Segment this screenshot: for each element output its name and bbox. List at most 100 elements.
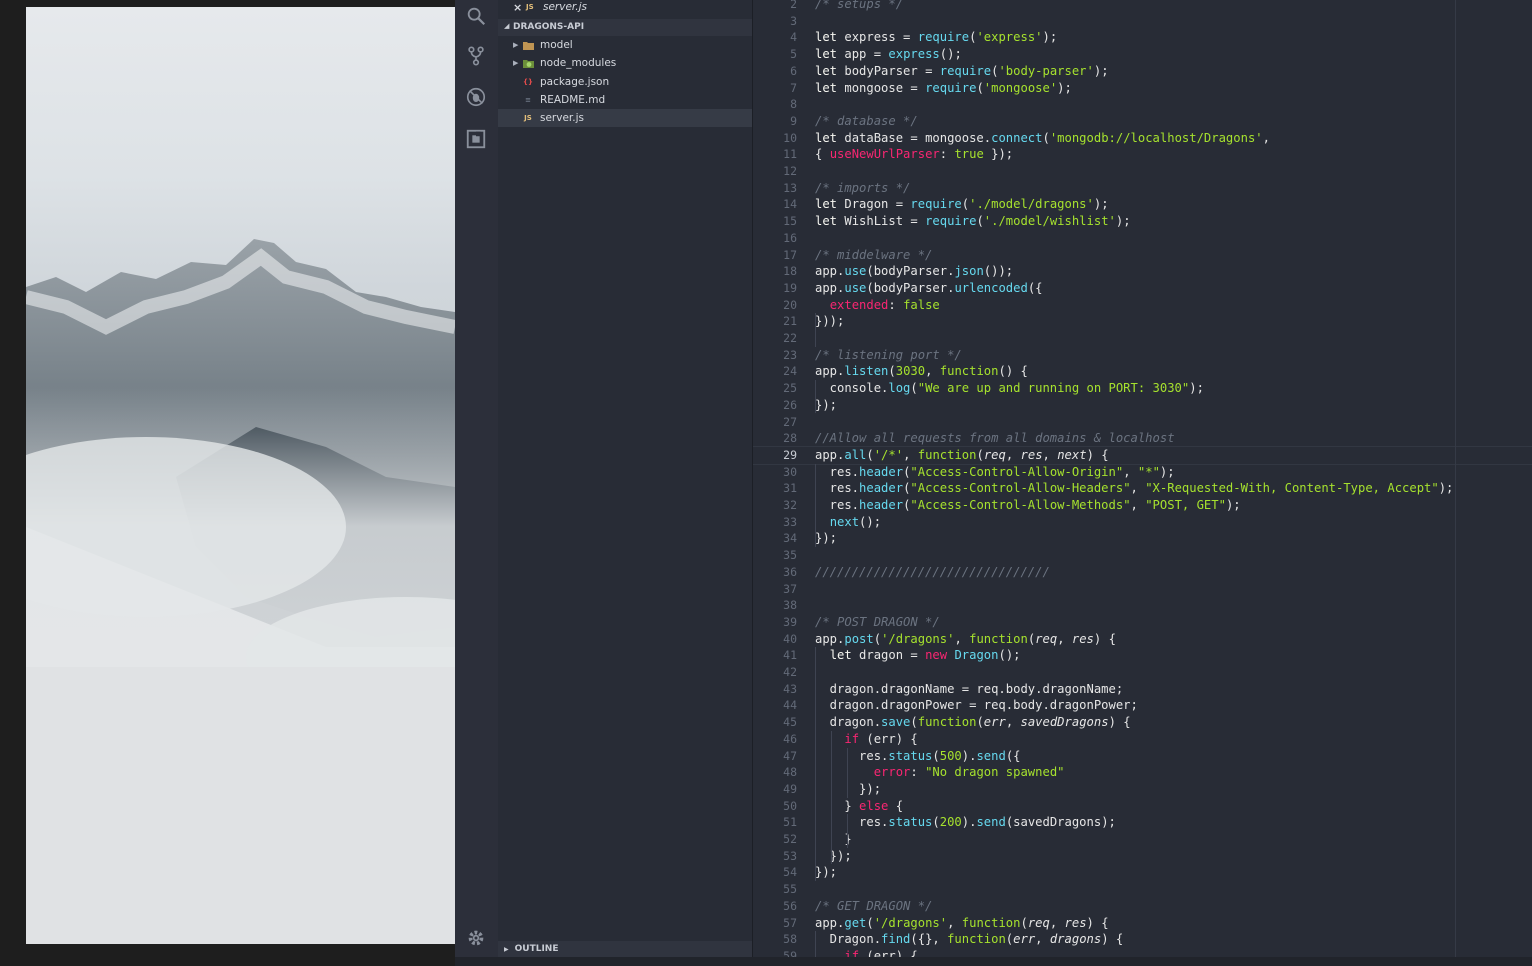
code-token: express = [844, 30, 918, 45]
code-token: (err) { [866, 731, 918, 746]
code-line[interactable]: let dragon = new Dragon(); [815, 647, 1021, 664]
code-line[interactable]: app.post('/dragons', function(req, res) … [815, 631, 1116, 648]
line-number: 3 [790, 13, 797, 28]
code-line[interactable]: //Allow all requests from all domains & … [815, 430, 1175, 447]
line-number: 12 [783, 164, 797, 178]
outline-header[interactable]: ▶ OUTLINE [498, 941, 752, 957]
code-token: ( [976, 715, 984, 730]
code-token: res. [815, 464, 860, 479]
code-line[interactable]: extended: false [815, 297, 940, 314]
code-token: connect [991, 130, 1043, 145]
code-line[interactable]: let express = require('express'); [815, 29, 1057, 46]
code-token: }); [815, 848, 852, 863]
code-token: 'mongoose' [983, 80, 1058, 95]
code-line[interactable]: res.status(500).send({ [815, 748, 1020, 765]
code-token: urlencoded [954, 280, 1028, 295]
code-line[interactable]: res.status(200).send(savedDragons); [815, 814, 1116, 831]
line-number: 34 [783, 531, 797, 546]
code-line[interactable]: res.header("Access-Control-Allow-Origin"… [815, 464, 1175, 481]
code-line[interactable]: /* GET DRAGON */ [815, 898, 932, 915]
tree-item-node-modules[interactable]: ▶ node_modules [498, 54, 752, 72]
indent-guide [815, 380, 816, 414]
gear-icon[interactable] [464, 926, 488, 950]
code-line[interactable]: Dragon.find({}, function(err, dragons) { [815, 931, 1124, 948]
code-line[interactable]: app.listen(3030, function() { [815, 363, 1028, 380]
code-token: ( [1042, 130, 1050, 145]
code-line[interactable]: /* database */ [815, 113, 918, 130]
code-token: './model/wishlist' [983, 214, 1116, 229]
code-token: useNewUrlParser [829, 147, 940, 162]
code-line[interactable]: let bodyParser = require('body-parser'); [815, 63, 1109, 80]
code-token: }); [815, 397, 838, 412]
code-line[interactable]: })); [815, 313, 844, 330]
line-number: 56 [783, 898, 797, 913]
line-number: 7 [790, 80, 797, 95]
code-line[interactable]: let dataBase = mongoose.connect('mongodb… [815, 130, 1270, 147]
code-line[interactable]: let Dragon = require('./model/dragons'); [815, 196, 1109, 213]
tree-item-model[interactable]: ▶ model [498, 36, 752, 54]
tree-item-readme[interactable]: ≡ README.md [498, 91, 752, 109]
line-number: 58 [783, 932, 797, 947]
project-header[interactable]: ◢ DRAGONS-API [498, 19, 752, 36]
code-line[interactable]: } else { [815, 798, 903, 815]
line-number: 44 [783, 698, 797, 713]
code-line[interactable]: //////////////////////////////// [815, 564, 1050, 581]
code-token: , [1035, 932, 1050, 947]
code-token: dataBase = mongoose. [844, 130, 992, 145]
code-line[interactable]: let WishList = require('./model/wishlist… [815, 213, 1131, 230]
code-line[interactable]: /* imports */ [815, 180, 910, 197]
tree-item-server-js[interactable]: JS server.js [498, 109, 752, 127]
code-line[interactable]: }); [815, 781, 881, 798]
close-icon[interactable]: × [513, 1, 522, 14]
open-editor-filename: server.js [543, 1, 587, 13]
code-token: /* POST DRAGON */ [815, 614, 940, 629]
debug-icon[interactable] [464, 85, 488, 109]
js-file-icon: JS [524, 114, 532, 122]
code-line[interactable]: }); [815, 397, 837, 414]
code-line[interactable]: /* listening port */ [815, 347, 962, 364]
code-line[interactable]: /* setups */ [815, 0, 903, 13]
line-number: 28 [783, 431, 797, 446]
code-line[interactable]: next(); [815, 514, 881, 531]
code-line[interactable]: }); [815, 848, 852, 865]
code-token: }); [983, 147, 1014, 162]
code-line[interactable]: app.use(bodyParser.json()); [815, 263, 1013, 280]
code-token: , [1005, 715, 1021, 730]
code-line[interactable]: let app = express(); [815, 46, 962, 63]
code-line[interactable]: dragon.save(function(err, savedDragons) … [815, 714, 1131, 731]
code-token: "POST, GET" [1145, 498, 1226, 512]
code-line[interactable]: app.get('/dragons', function(req, res) { [815, 915, 1109, 932]
code-token: require [910, 197, 962, 212]
code-line[interactable]: res.header("Access-Control-Allow-Headers… [815, 480, 1454, 497]
code-token: dragon = [859, 648, 926, 663]
search-icon[interactable] [464, 4, 488, 28]
code-line[interactable]: res.header("Access-Control-Allow-Methods… [815, 497, 1241, 514]
code-line[interactable]: { useNewUrlParser: true }); [815, 146, 1013, 163]
code-line[interactable]: /* middelware */ [815, 247, 932, 264]
code-token: console. [815, 381, 889, 396]
code-line[interactable]: dragon.dragonName = req.body.dragonName; [815, 681, 1124, 698]
code-line[interactable]: console.log("We are up and running on PO… [815, 380, 1204, 397]
tree-item-package-json[interactable]: {} package.json [498, 73, 752, 91]
code-line[interactable]: /* POST DRAGON */ [815, 614, 940, 631]
code-line[interactable]: app.use(bodyParser.urlencoded({ [815, 280, 1043, 297]
code-token: header [859, 481, 904, 496]
line-number: 35 [783, 548, 797, 563]
code-token: 500 [939, 748, 962, 763]
code-token: , [954, 631, 970, 646]
code-line[interactable]: dragon.dragonPower = req.body.dragonPowe… [815, 697, 1138, 714]
code-token: (); [859, 514, 882, 529]
code-line[interactable]: error: "No dragon spawned" [815, 764, 1065, 781]
open-editor-item[interactable]: × JS server.js [498, 0, 752, 16]
code-token: if [844, 731, 867, 746]
line-number: 11 [783, 147, 797, 162]
extensions-icon[interactable] [464, 127, 488, 151]
code-line[interactable]: }); [815, 530, 837, 547]
code-token: error [873, 765, 911, 780]
code-line[interactable]: }); [815, 864, 837, 881]
source-control-icon[interactable] [464, 44, 488, 68]
code-token: dragon. [815, 715, 882, 730]
code-line[interactable]: let mongoose = require('mongoose'); [815, 80, 1072, 97]
code-line[interactable]: app.all('/*', function(req, res, next) { [815, 447, 1109, 464]
code-editor[interactable]: 2 3 4 5 6 7 8 9 10 11 12 13 14 15 16 17 18 19 20 21 22 23 24 25… [753, 0, 1532, 966]
